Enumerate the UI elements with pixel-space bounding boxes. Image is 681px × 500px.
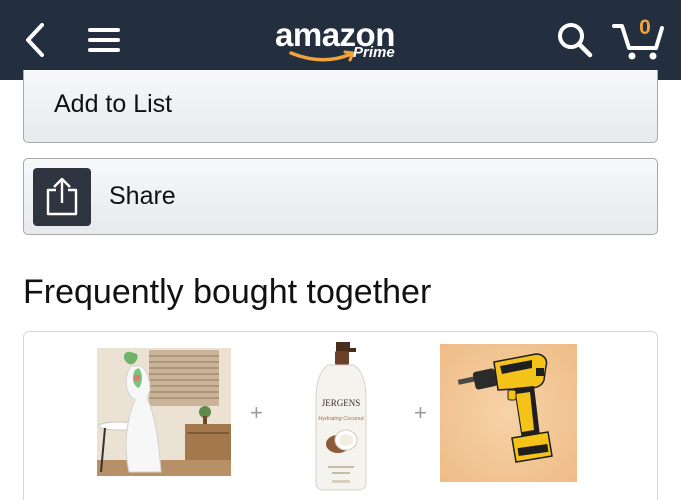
logo-prime: Prime xyxy=(353,44,395,61)
share-label: Share xyxy=(109,182,176,210)
share-icon xyxy=(33,168,91,226)
plus-separator-2: + xyxy=(414,400,427,425)
product-image-1[interactable] xyxy=(97,348,231,476)
product-image-2[interactable]: JERGENS Hydrating Coconut xyxy=(302,340,380,492)
search-button[interactable] xyxy=(553,18,597,62)
search-icon xyxy=(558,23,593,58)
lotion-brand-text: JERGENS xyxy=(322,398,361,408)
frequently-bought-card: + JERGENS Hydrating Coconut + xyxy=(23,331,658,500)
top-nav-bar: amazon Prime 0 xyxy=(0,0,681,80)
jergens-lotion-image: JERGENS Hydrating Coconut xyxy=(302,340,380,492)
add-to-list-button[interactable]: Add to List xyxy=(23,70,658,143)
add-to-list-label: Add to List xyxy=(54,90,173,118)
back-button[interactable] xyxy=(18,18,52,62)
share-button[interactable]: Share xyxy=(23,158,658,235)
power-drill-image xyxy=(440,344,577,482)
hamburger-menu-icon xyxy=(88,28,120,52)
room-figure-image xyxy=(97,348,231,476)
lotion-product-text: Hydrating Coconut xyxy=(318,416,364,422)
cart-button[interactable]: 0 xyxy=(612,14,666,64)
chevron-left-icon xyxy=(26,23,44,57)
cart-count: 0 xyxy=(639,16,651,39)
amazon-prime-logo[interactable]: amazon Prime xyxy=(275,16,410,66)
frequently-bought-title: Frequently bought together xyxy=(23,273,432,311)
logo-smile-icon xyxy=(289,50,355,62)
menu-button[interactable] xyxy=(86,20,122,60)
product-image-3[interactable] xyxy=(440,344,577,482)
plus-separator-1: + xyxy=(250,400,263,425)
